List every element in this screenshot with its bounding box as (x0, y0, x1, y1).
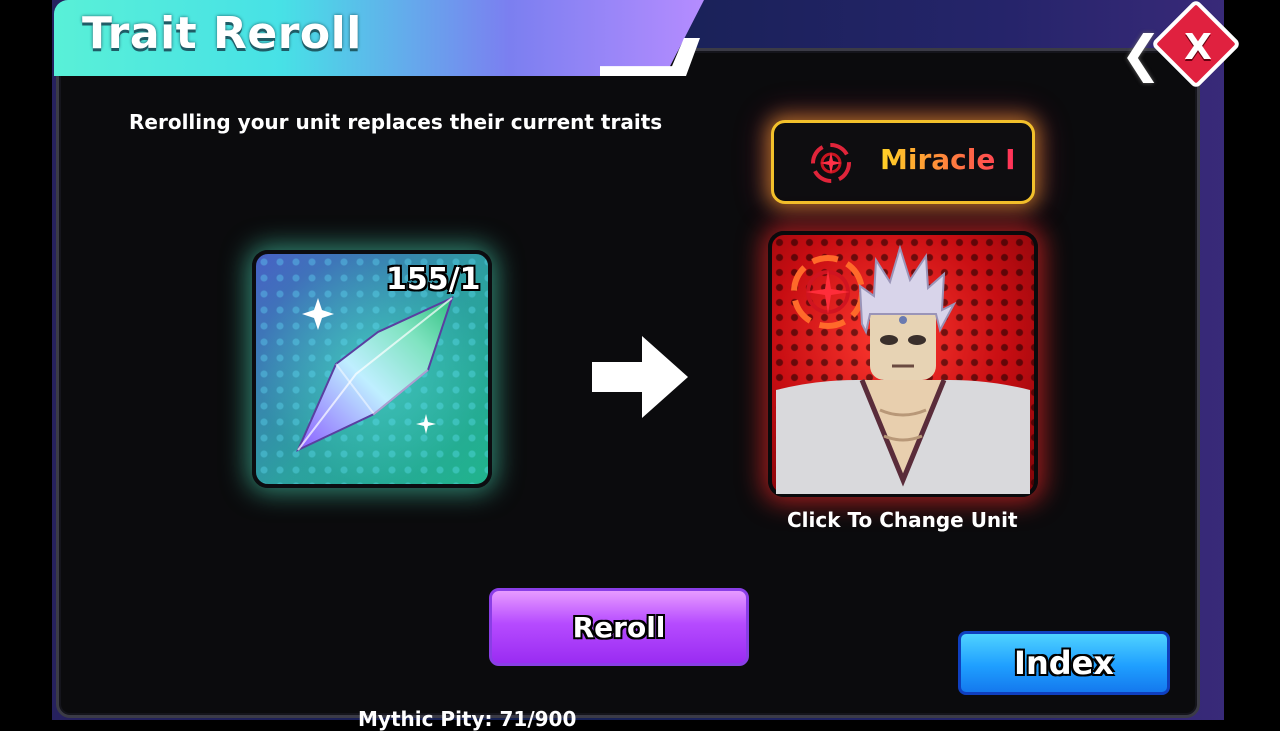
mythic-pity-counter: Mythic Pity: 71/900 (358, 707, 577, 731)
close-icon[interactable]: X (1172, 22, 1224, 74)
letterbox-right (1224, 0, 1280, 720)
letterbox-left (0, 0, 52, 720)
miracle-trait-icon (811, 143, 851, 183)
trait-name: Miracle I (880, 143, 1016, 176)
unit-trait-emblem (791, 255, 865, 329)
window-title: Trait Reroll (82, 8, 362, 59)
change-unit-caption[interactable]: Click To Change Unit (787, 508, 1018, 532)
index-button[interactable]: Index (958, 631, 1170, 695)
arrow-right-icon (592, 336, 688, 418)
reroll-button[interactable]: Reroll (489, 588, 749, 666)
white-haired-unit-portrait[interactable] (776, 240, 1030, 494)
reroll-description: Rerolling your unit replaces their curre… (129, 110, 663, 134)
crystal-count: 155/1 (386, 262, 481, 297)
